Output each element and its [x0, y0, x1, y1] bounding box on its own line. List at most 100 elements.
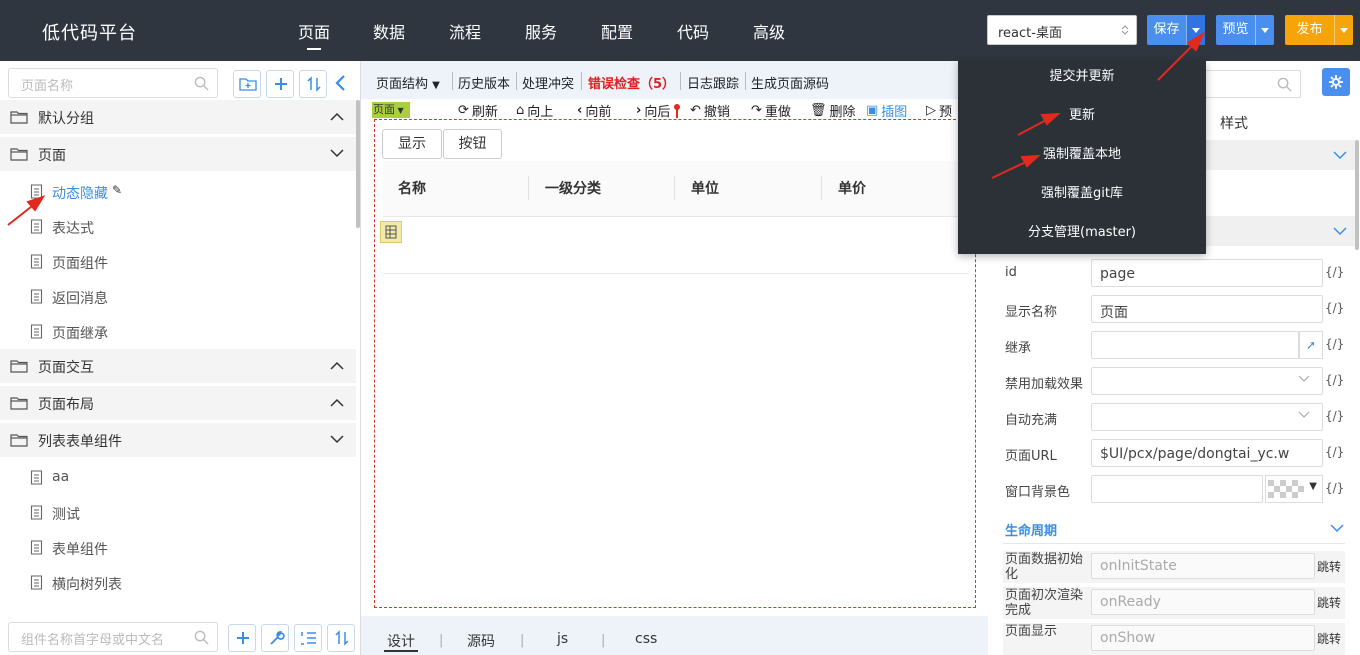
tree-group[interactable]: 列表表单组件 [0, 423, 356, 457]
property-search-input[interactable] [1206, 70, 1301, 98]
delete-button[interactable]: 🗑 删除 [810, 101, 856, 120]
preview-dropdown-toggle[interactable] [1255, 15, 1274, 45]
tree-item[interactable]: 表达式 [0, 209, 356, 244]
tab-css[interactable]: css [635, 631, 657, 647]
property-input[interactable]: 页面 [1091, 295, 1323, 323]
chevron-up-icon[interactable] [330, 361, 344, 370]
lifecycle-event-input[interactable]: onReady [1091, 589, 1315, 615]
tree-group[interactable]: 页面 [0, 137, 356, 171]
move-prev-button[interactable]: ‹ 向前 [577, 101, 611, 120]
expression-icon[interactable]: {/} [1325, 337, 1344, 351]
menu-item-commit-update[interactable]: 提交并更新 [958, 65, 1206, 84]
nav-advanced[interactable]: 高级 [753, 19, 785, 43]
tree-group[interactable]: 默认分组 [0, 100, 356, 134]
menu-item-update[interactable]: 更新 [958, 104, 1206, 123]
chevron-down-icon[interactable] [1298, 375, 1310, 383]
tab-style[interactable]: 样式 [1220, 113, 1248, 133]
menu-item-branch-management[interactable]: 分支管理(master) [958, 221, 1206, 240]
edit-pencil-icon[interactable]: ✎ [112, 183, 122, 197]
menu-item-force-overwrite-local[interactable]: 强制覆盖本地 [958, 143, 1206, 162]
tree-item[interactable]: 返回消息 [0, 279, 356, 314]
sort-button-2[interactable] [327, 624, 355, 652]
lifecycle-event-input[interactable]: onShow [1091, 625, 1315, 651]
jump-button[interactable]: 跳转 [1317, 558, 1341, 575]
property-input[interactable] [1091, 367, 1323, 395]
color-picker[interactable]: ▼ [1265, 475, 1323, 503]
page-badge[interactable]: 页面 ▼ [372, 102, 410, 118]
property-input[interactable]: page [1091, 259, 1323, 287]
tree-group[interactable]: 页面布局 [0, 386, 356, 420]
lifecycle-title[interactable]: 生命周期 [1005, 520, 1057, 539]
tab-js[interactable]: js [557, 631, 568, 647]
chevron-down-icon[interactable] [330, 435, 344, 444]
settings-button[interactable] [1322, 68, 1350, 96]
property-input[interactable]: $UI/pcx/page/dongtai_yc.w [1091, 439, 1323, 467]
sort-button[interactable] [299, 70, 327, 98]
jump-button[interactable]: 跳转 [1317, 594, 1341, 611]
table-header-category[interactable]: 一级分类 [545, 178, 601, 198]
component-search-input[interactable]: 组件名称首字母或中文名 [8, 622, 218, 652]
tools-button[interactable] [261, 624, 289, 652]
tree-group[interactable]: 页面交互 [0, 349, 356, 383]
refresh-button[interactable]: ⟳ 刷新 [458, 101, 498, 120]
move-up-button[interactable]: ⌂ 向上 [516, 101, 553, 120]
chevron-down-icon[interactable] [1330, 523, 1344, 533]
property-input[interactable] [1091, 475, 1263, 503]
tree-item[interactable]: 页面组件 [0, 244, 356, 279]
page-structure-menu[interactable]: 页面结构 ▼ [376, 73, 440, 92]
property-input[interactable] [1091, 331, 1299, 359]
nav-flow[interactable]: 流程 [449, 19, 481, 43]
collapse-panel-icon[interactable] [334, 74, 348, 92]
env-select[interactable]: react-桌面 [987, 15, 1137, 45]
add-folder-button[interactable] [233, 70, 261, 98]
nav-data[interactable]: 数据 [373, 19, 405, 43]
jump-button[interactable]: 跳转 [1317, 630, 1341, 647]
chevron-down-icon[interactable] [330, 149, 344, 158]
page-search-input[interactable]: 页面名称 [8, 68, 218, 98]
error-check-button[interactable]: 错误检查（5） [588, 73, 675, 92]
save-button[interactable]: 保存 [1147, 15, 1186, 45]
publish-dropdown-toggle[interactable] [1334, 15, 1353, 45]
table-header-price[interactable]: 单价 [838, 178, 866, 198]
add-page-button[interactable] [266, 70, 294, 98]
undo-button[interactable]: ↶ 撤销 [690, 101, 730, 120]
tab-source[interactable]: 源码 [467, 631, 495, 651]
nav-page[interactable]: 页面 [298, 19, 330, 50]
preview-button-group[interactable]: 预览 [1216, 15, 1274, 45]
save-dropdown-toggle[interactable] [1186, 15, 1205, 45]
conflict-button[interactable]: 处理冲突 [522, 73, 574, 92]
preview-button[interactable]: 预览 [1216, 15, 1255, 45]
tree-item[interactable]: 测试 [0, 495, 356, 530]
table-cell-component-icon[interactable] [380, 221, 402, 243]
move-next-button[interactable]: › 向后 [636, 101, 670, 120]
tree-item[interactable]: aa [0, 460, 356, 495]
nav-service[interactable]: 服务 [525, 19, 557, 43]
preview-mode-button[interactable]: ▷ 预 [926, 101, 952, 120]
save-button-group[interactable]: 保存 [1147, 15, 1205, 45]
tree-item[interactable]: 页面继承 [0, 314, 356, 349]
menu-item-force-overwrite-git[interactable]: 强制覆盖git库 [958, 182, 1206, 201]
publish-button-group[interactable]: 发布 [1285, 15, 1353, 45]
lifecycle-event-input[interactable]: onInitState [1091, 553, 1315, 579]
history-button[interactable]: 历史版本 [458, 73, 510, 92]
expression-icon[interactable]: {/} [1325, 445, 1344, 459]
show-button[interactable]: 显示 [382, 129, 442, 159]
generate-source-button[interactable]: 生成页面源码 [751, 73, 829, 92]
add-component-button[interactable] [228, 624, 256, 652]
expression-icon[interactable]: {/} [1325, 481, 1344, 495]
expression-icon[interactable]: {/} [1325, 409, 1344, 423]
expression-icon[interactable]: {/} [1325, 301, 1344, 315]
nav-config[interactable]: 配置 [601, 19, 633, 43]
property-input[interactable] [1091, 403, 1323, 431]
log-trace-button[interactable]: 日志跟踪 [687, 73, 739, 92]
canvas-button[interactable]: 按钮 [443, 129, 502, 159]
right-scrollbar[interactable] [1355, 140, 1359, 250]
tab-design[interactable]: 设计 [387, 631, 415, 651]
chevron-up-icon[interactable] [330, 112, 344, 121]
list-order-button[interactable] [294, 624, 322, 652]
table-header-name[interactable]: 名称 [398, 178, 426, 198]
expression-icon[interactable]: {/} [1325, 265, 1344, 279]
tree-item[interactable]: 动态隐藏 ✎ [0, 174, 356, 209]
expression-icon[interactable]: {/} [1325, 373, 1344, 387]
chevron-down-icon[interactable] [1298, 411, 1310, 419]
